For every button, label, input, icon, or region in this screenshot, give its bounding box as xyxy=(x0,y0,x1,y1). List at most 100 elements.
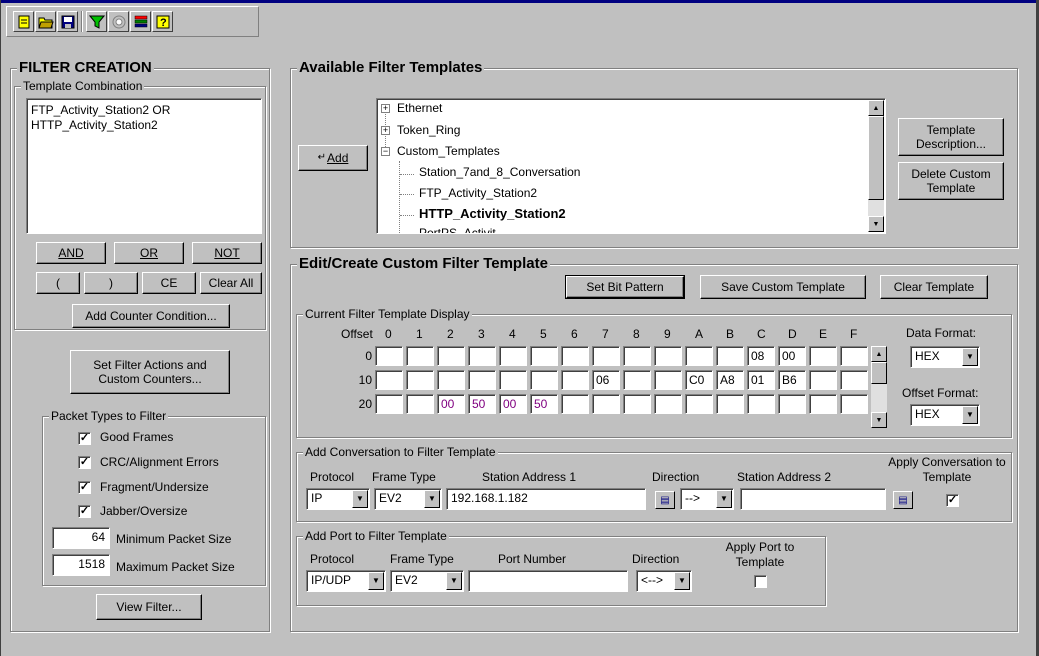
list-icon[interactable] xyxy=(130,11,151,32)
ethernet-expander[interactable]: + xyxy=(381,104,390,113)
custom-templates-expander[interactable]: − xyxy=(381,147,390,156)
ce-button[interactable]: CE xyxy=(142,272,196,294)
hex-cell[interactable] xyxy=(437,346,465,366)
hex-cell[interactable] xyxy=(654,346,682,366)
tree-item-http-activity[interactable]: HTTP_Activity_Station2 xyxy=(419,206,566,221)
hex-cell[interactable] xyxy=(499,370,527,390)
hex-cell[interactable] xyxy=(468,346,496,366)
apply-conversation-checkbox[interactable]: ✓ xyxy=(946,494,959,507)
counter-icon[interactable] xyxy=(108,11,129,32)
hex-cell[interactable] xyxy=(747,394,775,414)
hex-cell[interactable] xyxy=(685,346,713,366)
minimum-packet-size-input[interactable]: 64 xyxy=(52,527,110,549)
scroll-down-icon[interactable]: ▼ xyxy=(871,412,887,428)
chevron-down-icon[interactable]: ▼ xyxy=(446,572,462,590)
conv-direction-select[interactable]: --> ▼ xyxy=(680,488,734,510)
chevron-down-icon[interactable]: ▼ xyxy=(716,490,732,508)
hex-cell[interactable] xyxy=(468,370,496,390)
clear-all-button[interactable]: Clear All xyxy=(200,272,262,294)
offset-format-select[interactable]: HEX ▼ xyxy=(910,404,980,426)
hex-cell[interactable] xyxy=(375,394,403,414)
chevron-down-icon[interactable]: ▼ xyxy=(368,572,384,590)
hex-cell[interactable] xyxy=(809,370,837,390)
port-protocol-select[interactable]: IP/UDP ▼ xyxy=(306,570,386,592)
jabber-oversize-checkbox[interactable]: ✓ xyxy=(78,505,91,518)
tree-scrollbar[interactable]: ▲ ▼ xyxy=(868,100,884,232)
hex-cell[interactable] xyxy=(561,394,589,414)
hex-cell[interactable] xyxy=(561,346,589,366)
data-format-select[interactable]: HEX ▼ xyxy=(910,346,980,368)
hex-cell[interactable] xyxy=(809,394,837,414)
maximum-packet-size-input[interactable]: 1518 xyxy=(52,554,110,576)
hex-cell[interactable] xyxy=(778,394,806,414)
scroll-up-icon[interactable]: ▲ xyxy=(871,346,887,362)
hex-cell[interactable]: C0 xyxy=(685,370,713,390)
tree-item-custom-templates[interactable]: Custom_Templates xyxy=(397,144,500,158)
address-book-icon[interactable]: ▤ xyxy=(893,491,913,509)
tree-item-token-ring[interactable]: Token_Ring xyxy=(397,123,460,137)
fragment-undersize-checkbox[interactable]: ✓ xyxy=(78,481,91,494)
hex-cell[interactable]: A8 xyxy=(716,370,744,390)
hex-cell[interactable] xyxy=(437,370,465,390)
delete-custom-template-button[interactable]: Delete Custom Template xyxy=(898,162,1004,200)
station-address-2-input[interactable] xyxy=(740,488,886,510)
address-book-icon[interactable]: ▤ xyxy=(655,491,675,509)
tree-item-port-activity[interactable]: PortPS_Activit xyxy=(419,226,496,233)
hex-cell[interactable]: 50 xyxy=(468,394,496,414)
hex-cell[interactable]: 08 xyxy=(747,346,775,366)
scroll-thumb[interactable] xyxy=(868,116,884,200)
hex-cell[interactable]: 50 xyxy=(530,394,558,414)
template-combination-textbox[interactable]: FTP_Activity_Station2 OR HTTP_Activity_S… xyxy=(26,98,262,234)
hex-cell[interactable] xyxy=(654,394,682,414)
crc-alignment-checkbox[interactable]: ✓ xyxy=(78,456,91,469)
chevron-down-icon[interactable]: ▼ xyxy=(352,490,368,508)
tree-item-ethernet[interactable]: Ethernet xyxy=(397,101,442,115)
hex-cell[interactable] xyxy=(840,370,868,390)
hex-cell[interactable] xyxy=(592,394,620,414)
port-frame-type-select[interactable]: EV2 ▼ xyxy=(390,570,464,592)
station-address-1-input[interactable]: 192.168.1.182 xyxy=(446,488,646,510)
hex-cell[interactable]: 00 xyxy=(437,394,465,414)
scroll-thumb[interactable] xyxy=(871,362,887,384)
hex-cell[interactable] xyxy=(561,370,589,390)
set-bit-pattern-button[interactable]: Set Bit Pattern xyxy=(565,275,685,299)
templates-tree[interactable]: + Ethernet + Token_Ring − Custom_Templat… xyxy=(376,98,886,234)
good-frames-checkbox[interactable]: ✓ xyxy=(78,432,91,445)
hex-cell[interactable] xyxy=(840,394,868,414)
hex-cell[interactable] xyxy=(623,394,651,414)
hex-cell[interactable] xyxy=(530,346,558,366)
hex-cell[interactable] xyxy=(716,346,744,366)
hex-cell[interactable] xyxy=(499,346,527,366)
filter-funnel-icon[interactable] xyxy=(86,11,107,32)
port-number-input[interactable] xyxy=(468,570,628,592)
scroll-down-icon[interactable]: ▼ xyxy=(868,216,884,232)
chevron-down-icon[interactable]: ▼ xyxy=(674,572,690,590)
scroll-up-icon[interactable]: ▲ xyxy=(868,100,884,116)
hex-cell[interactable]: 01 xyxy=(747,370,775,390)
hex-cell[interactable] xyxy=(809,346,837,366)
new-icon[interactable] xyxy=(13,11,34,32)
add-counter-condition-button[interactable]: Add Counter Condition... xyxy=(72,304,230,328)
add-template-button[interactable]: ↵ Add xyxy=(298,145,368,171)
hex-cell[interactable] xyxy=(623,370,651,390)
hex-cell[interactable] xyxy=(406,346,434,366)
right-paren-button[interactable]: ) xyxy=(84,272,138,294)
not-button[interactable]: NOT xyxy=(192,242,262,264)
chevron-down-icon[interactable]: ▼ xyxy=(962,406,978,424)
hex-cell[interactable] xyxy=(623,346,651,366)
help-icon[interactable]: ? xyxy=(152,11,173,32)
hex-cell[interactable] xyxy=(592,346,620,366)
hex-cell[interactable]: 00 xyxy=(499,394,527,414)
tree-item-station-conversation[interactable]: Station_7and_8_Conversation xyxy=(419,165,580,179)
tree-item-ftp-activity[interactable]: FTP_Activity_Station2 xyxy=(419,186,537,200)
hex-cell[interactable]: B6 xyxy=(778,370,806,390)
conv-frame-type-select[interactable]: EV2 ▼ xyxy=(374,488,442,510)
save-icon[interactable] xyxy=(57,11,78,32)
open-folder-icon[interactable] xyxy=(35,11,56,32)
save-custom-template-button[interactable]: Save Custom Template xyxy=(700,275,866,299)
hex-cell[interactable] xyxy=(406,394,434,414)
hex-cell[interactable]: 06 xyxy=(592,370,620,390)
hex-cell[interactable] xyxy=(375,370,403,390)
set-filter-actions-button[interactable]: Set Filter Actions and Custom Counters..… xyxy=(70,350,230,394)
hex-cell[interactable] xyxy=(840,346,868,366)
